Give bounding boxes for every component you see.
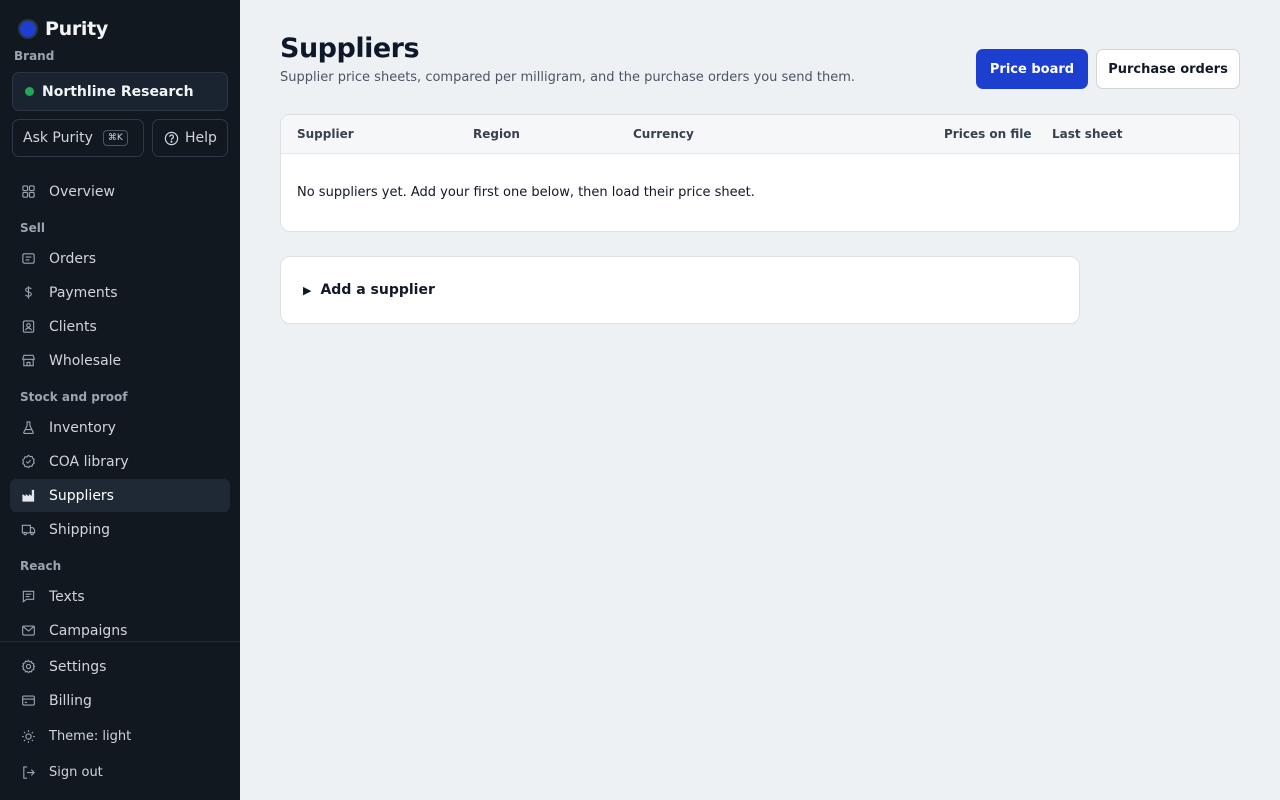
factory-icon [22, 489, 35, 502]
sidebar-item-settings[interactable]: Settings [10, 650, 230, 683]
app-name: Purity [45, 18, 109, 40]
theme-toggle[interactable]: Theme: light [10, 720, 230, 753]
app-logo[interactable]: Purity [20, 18, 108, 40]
shortcut-badge: ⌘K [102, 130, 128, 146]
theme-label: Theme: light [49, 729, 132, 744]
sidebar-item-label: Inventory [49, 419, 116, 436]
sidebar-item-label: Campaigns [49, 622, 128, 639]
help-circle-icon [164, 131, 179, 145]
sidebar-item-campaigns[interactable]: Campaigns [10, 614, 230, 647]
grid-icon [22, 185, 35, 198]
sidebar-item-label: Shipping [49, 521, 111, 538]
price-board-button[interactable]: Price board [976, 49, 1088, 89]
column-header-currency[interactable]: Currency [633, 127, 694, 141]
sidebar: Purity Brand Northline Research Ask Puri… [0, 0, 240, 800]
ask-purity-label: Ask Purity [23, 130, 93, 146]
flask-icon [23, 421, 34, 434]
table-header: Supplier Region Currency Prices on file … [281, 115, 1239, 154]
sign-out-button[interactable]: Sign out [10, 756, 230, 789]
gear-icon [21, 659, 36, 674]
sidebar-item-label: Wholesale [49, 352, 122, 369]
sidebar-item-label: Texts [49, 588, 85, 605]
purchase-orders-button[interactable]: Purchase orders [1096, 49, 1240, 89]
brand-status-dot [25, 87, 34, 96]
sidebar-item-label: Settings [49, 658, 107, 675]
logo-mark-icon [20, 21, 36, 37]
storefront-icon [22, 354, 35, 367]
sidebar-item-billing[interactable]: Billing [10, 684, 230, 717]
ask-purity-button[interactable]: Ask Purity ⌘K [12, 119, 144, 157]
sidebar-item-orders[interactable]: Orders [10, 242, 230, 275]
receipt-icon [22, 253, 35, 264]
empty-state-message: No suppliers yet. Add your first one bel… [297, 185, 755, 200]
column-header-region[interactable]: Region [473, 127, 520, 141]
sidebar-item-wholesale[interactable]: Wholesale [10, 344, 230, 377]
sun-icon [22, 730, 35, 743]
sign-out-label: Sign out [49, 765, 103, 780]
contact-card-icon [22, 320, 35, 333]
sidebar-item-payments[interactable]: Payments [10, 276, 230, 309]
sidebar-item-clients[interactable]: Clients [10, 310, 230, 343]
sidebar-item-texts[interactable]: Texts [10, 580, 230, 613]
badge-check-icon [22, 454, 35, 469]
sidebar-item-label: COA library [49, 453, 129, 470]
sign-out-icon [23, 766, 35, 779]
sidebar-item-label: Orders [49, 250, 97, 267]
brand-name: Northline Research [42, 83, 194, 100]
add-supplier-toggle[interactable]: ▶ Add a supplier [280, 256, 1080, 324]
page-subtitle: Supplier price sheets, compared per mill… [280, 70, 856, 85]
add-supplier-label: Add a supplier [320, 282, 435, 298]
section-label-stock: Stock and proof [20, 390, 128, 404]
page-title: Suppliers [280, 33, 420, 64]
sidebar-item-shipping[interactable]: Shipping [10, 513, 230, 546]
suppliers-table: Supplier Region Currency Prices on file … [280, 114, 1240, 232]
brand-label: Brand [14, 49, 55, 63]
sidebar-item-suppliers[interactable]: Suppliers [10, 479, 230, 512]
truck-icon [21, 524, 36, 536]
disclosure-triangle-icon: ▶ [303, 283, 312, 297]
message-icon [22, 590, 35, 603]
brand-selector[interactable]: Northline Research [12, 72, 228, 111]
sidebar-item-overview[interactable]: Overview [10, 175, 230, 208]
section-label-reach: Reach [20, 559, 62, 573]
sidebar-item-coa-library[interactable]: COA library [10, 445, 230, 478]
help-label: Help [185, 130, 217, 146]
credit-card-icon [22, 695, 35, 706]
mail-icon [22, 625, 35, 636]
column-header-supplier[interactable]: Supplier [297, 127, 354, 141]
help-button[interactable]: Help [152, 119, 228, 157]
sidebar-item-label: Clients [49, 318, 97, 335]
sidebar-item-label: Billing [49, 692, 92, 709]
column-header-last-sheet[interactable]: Last sheet [1052, 127, 1123, 141]
sidebar-item-inventory[interactable]: Inventory [10, 411, 230, 444]
sidebar-divider [0, 641, 240, 642]
sidebar-item-label: Overview [49, 183, 115, 200]
column-header-prices-on-file[interactable]: Prices on file [944, 127, 1032, 141]
sidebar-item-label: Suppliers [49, 487, 114, 504]
section-label-sell: Sell [20, 221, 46, 235]
sidebar-item-label: Payments [49, 284, 118, 301]
dollar-icon [25, 286, 32, 299]
